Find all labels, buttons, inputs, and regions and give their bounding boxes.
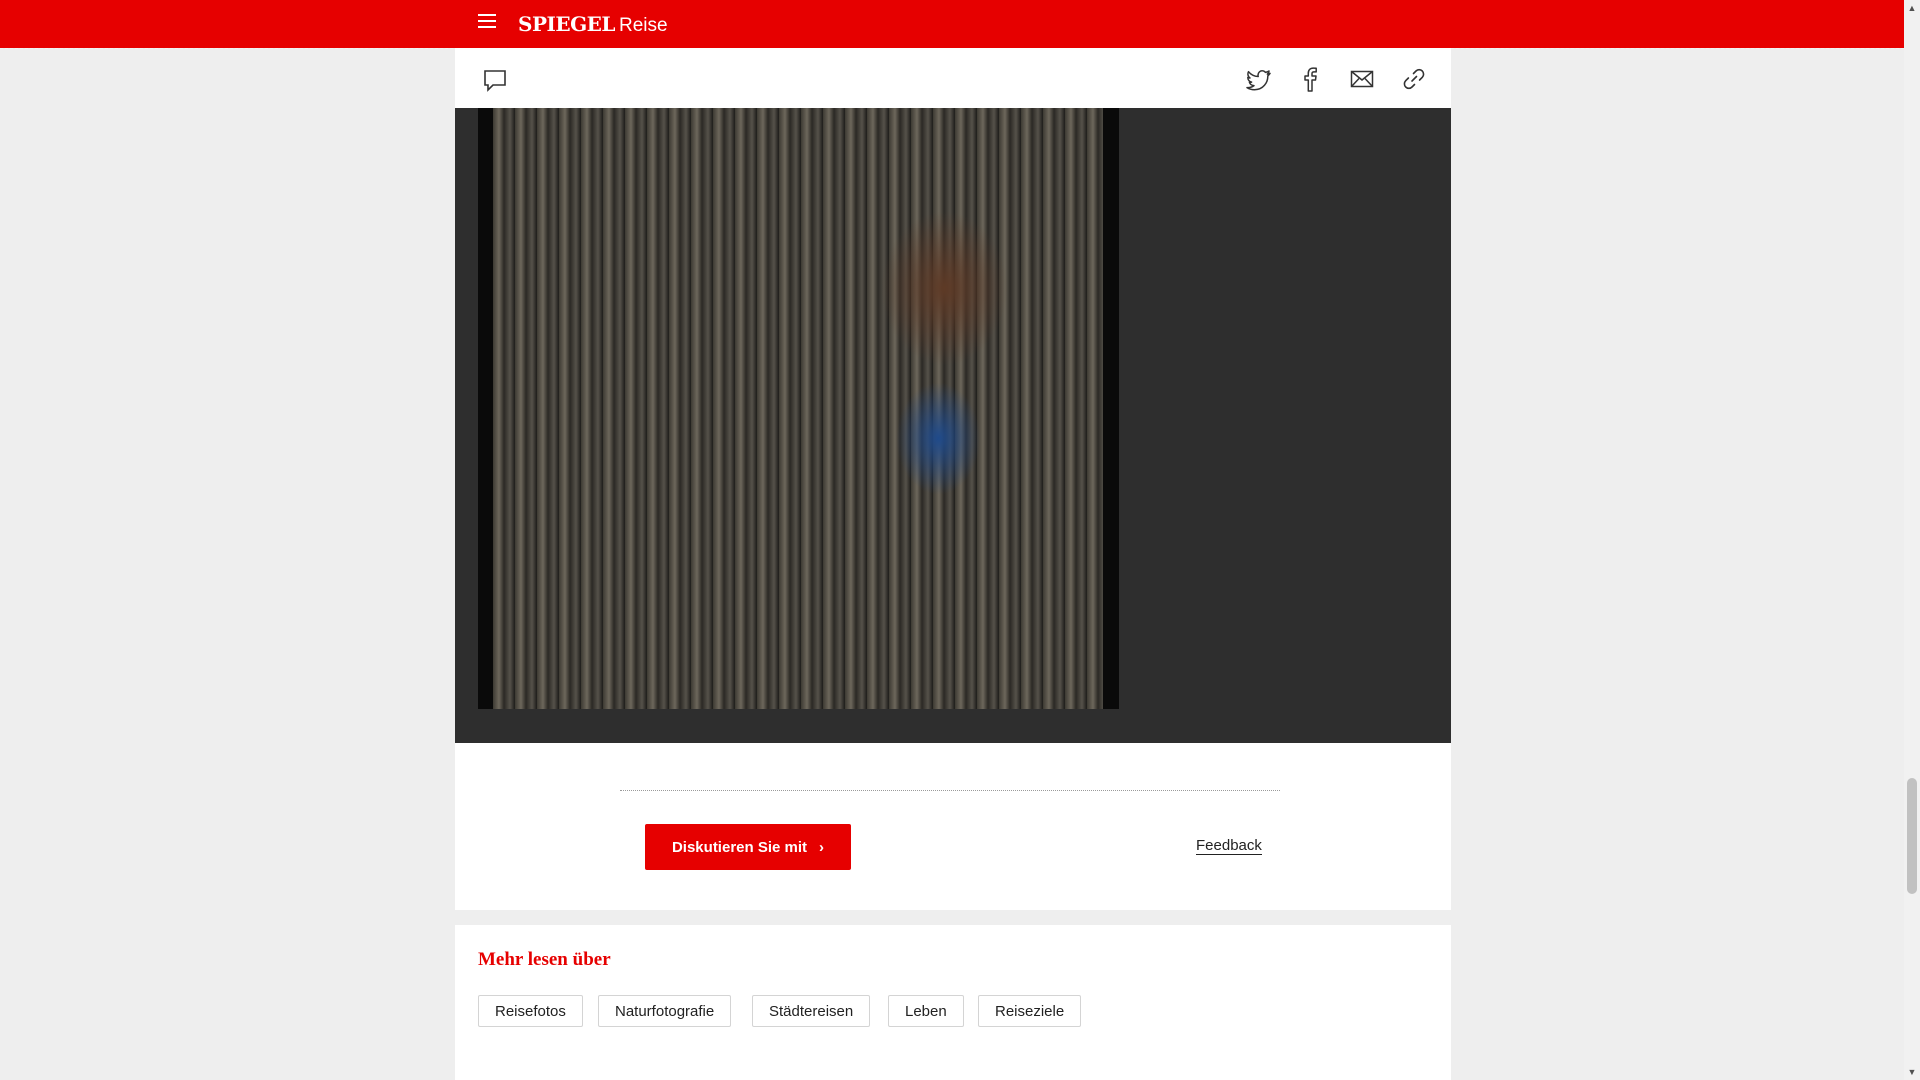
scroll-down-arrow-icon[interactable]: ▼ <box>1904 1064 1920 1080</box>
link-icon[interactable] <box>1400 65 1428 93</box>
top-navigation-bar: SPIEGEL Reise <box>0 0 1904 49</box>
section-divider <box>620 790 1280 791</box>
more-reading-card: Mehr lesen über Reisefotos Naturfotograf… <box>455 925 1451 1080</box>
logo-wordmark: SPIEGEL <box>518 12 615 36</box>
discuss-button-label: Diskutieren Sie mit <box>671 838 808 856</box>
article-card: Diskutieren Sie mit › Feedback <box>455 48 1451 910</box>
section-name: Reise <box>618 15 668 36</box>
tag-reiseziele[interactable]: Reiseziele <box>978 995 1082 1027</box>
twitter-icon[interactable] <box>1244 65 1272 93</box>
tag-reisefotos[interactable]: Reisefotos <box>478 995 583 1027</box>
tag-naturfotografie[interactable]: Naturfotografie <box>598 995 732 1027</box>
comment-icon[interactable] <box>481 66 509 94</box>
gallery-photo[interactable] <box>493 108 1103 709</box>
tag-staedtereisen[interactable]: Städtereisen <box>752 995 871 1027</box>
vertical-scrollbar[interactable]: ▲ ▼ <box>1904 0 1920 1080</box>
scroll-up-arrow-icon[interactable]: ▲ <box>1904 0 1920 16</box>
photo-subject <box>813 178 963 698</box>
brand-logo[interactable]: SPIEGEL Reise <box>518 12 668 37</box>
share-bar <box>455 48 1451 108</box>
scrollbar-thumb[interactable] <box>1907 778 1917 894</box>
mail-icon[interactable] <box>1348 65 1376 93</box>
photo-gallery <box>455 108 1451 743</box>
tag-leben[interactable]: Leben <box>888 995 964 1027</box>
feedback-link[interactable]: Feedback <box>1196 837 1262 855</box>
photo-frame <box>478 108 1119 709</box>
chevron-right-icon: › <box>819 838 825 856</box>
facebook-icon[interactable] <box>1296 65 1324 93</box>
discuss-button[interactable]: Diskutieren Sie mit › <box>645 824 851 870</box>
hamburger-menu-icon[interactable] <box>478 14 496 32</box>
more-reading-title: Mehr lesen über <box>478 949 611 970</box>
